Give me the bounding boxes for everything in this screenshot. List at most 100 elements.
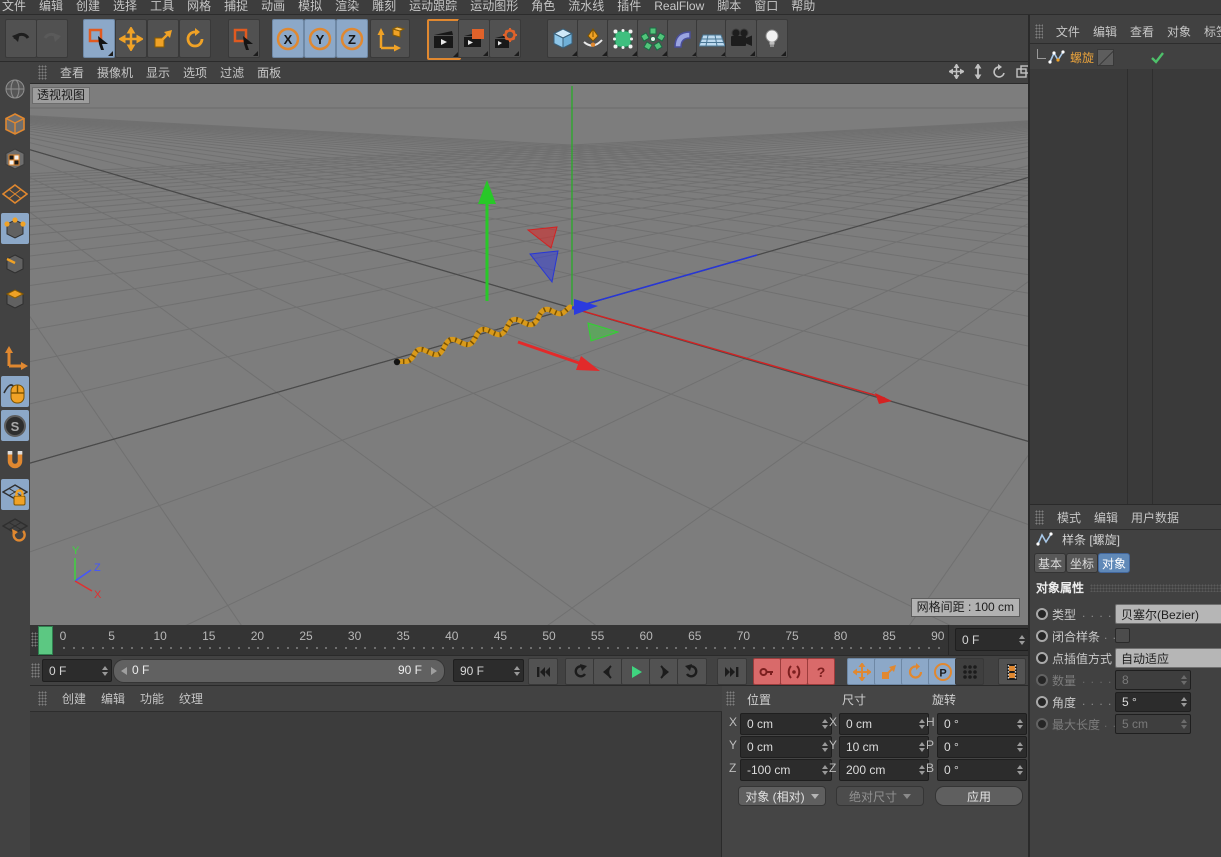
key-parameter-button[interactable]: P xyxy=(928,658,957,685)
material-menu-item-1[interactable]: 编辑 xyxy=(101,690,125,707)
scale-tool-button[interactable] xyxy=(147,19,179,58)
tab-object[interactable]: 对象 xyxy=(1098,553,1130,573)
lock-workplane-button[interactable] xyxy=(1,479,29,510)
object-manager-menu-item-0[interactable]: 文件 xyxy=(1056,23,1080,40)
anim-dot[interactable] xyxy=(1036,652,1048,664)
viewport-menu-item-3[interactable]: 选项 xyxy=(183,64,207,81)
panel-grip[interactable] xyxy=(31,663,40,678)
next-frame-button[interactable] xyxy=(649,658,679,685)
range-right-arrow[interactable] xyxy=(431,667,437,675)
camera-button[interactable] xyxy=(725,19,757,58)
render-view-button[interactable] xyxy=(427,19,461,60)
edges-mode-button[interactable] xyxy=(1,248,29,279)
object-name[interactable]: 螺旋 xyxy=(1070,49,1094,66)
panel-grip[interactable] xyxy=(38,65,47,80)
anim-dot[interactable] xyxy=(1036,630,1048,642)
end-frame-field[interactable]: 90 F xyxy=(453,659,524,682)
viewport-menu-item-0[interactable]: 查看 xyxy=(60,64,84,81)
object-manager-menu-item-2[interactable]: 查看 xyxy=(1130,23,1154,40)
size-x-field[interactable]: 0 cm xyxy=(839,713,929,735)
rotate-view-icon[interactable] xyxy=(992,64,1007,79)
menubar-item-16[interactable]: RealFlow xyxy=(654,0,704,13)
previous-key-button[interactable] xyxy=(565,658,595,685)
anim-dot[interactable] xyxy=(1036,696,1048,708)
object-row-helix[interactable]: 螺旋 xyxy=(1030,45,1221,69)
menubar-item-4[interactable]: 工具 xyxy=(150,0,174,13)
zoom-view-icon[interactable] xyxy=(973,64,983,79)
coordinate-system-button[interactable] xyxy=(370,19,410,58)
play-button[interactable] xyxy=(621,658,651,685)
move-tool-button[interactable] xyxy=(115,19,147,58)
go-to-end-button[interactable] xyxy=(717,658,747,685)
material-menu-item-0[interactable]: 创建 xyxy=(62,690,86,707)
material-menu-item-3[interactable]: 纹理 xyxy=(179,690,203,707)
subdivision-surface-button[interactable] xyxy=(607,19,639,58)
workplane-mode-button[interactable] xyxy=(1,178,29,209)
points-mode-button[interactable] xyxy=(1,213,29,244)
panel-grip[interactable] xyxy=(1035,24,1043,39)
layer-toggle[interactable] xyxy=(1097,49,1114,66)
menubar-item-10[interactable]: 雕刻 xyxy=(372,0,396,13)
view-label[interactable]: 透视视图 xyxy=(32,87,90,104)
current-frame-field[interactable]: 0 F xyxy=(42,659,112,682)
anim-dot[interactable] xyxy=(1036,608,1048,620)
attribute-menu-item-0[interactable]: 模式 xyxy=(1057,509,1081,526)
menubar-item-2[interactable]: 创建 xyxy=(76,0,100,13)
timeline-ruler[interactable]: 0 F 051015202530354045505560657075808590 xyxy=(30,625,1028,656)
timeline-playhead[interactable] xyxy=(38,626,53,655)
key-rotation-button[interactable] xyxy=(901,658,930,685)
menubar-item-19[interactable]: 帮助 xyxy=(791,0,815,13)
object-manager-menu-item-4[interactable]: 标签 xyxy=(1204,23,1221,40)
helix-spline[interactable] xyxy=(397,307,570,362)
apply-button[interactable]: 应用 xyxy=(935,786,1023,806)
viewport-menu-item-2[interactable]: 显示 xyxy=(146,64,170,81)
menubar-item-6[interactable]: 捕捉 xyxy=(224,0,248,13)
workplane-button[interactable] xyxy=(1,513,29,544)
object-manager-menu-item-3[interactable]: 对象 xyxy=(1167,23,1191,40)
viewport-menu-item-4[interactable]: 过滤 xyxy=(220,64,244,81)
enabled-check-icon[interactable] xyxy=(1150,51,1165,64)
object-axis-mode-button[interactable] xyxy=(1,341,29,372)
perspective-viewport[interactable]: Y Z X 透视视图 网格间距 : 100 cm xyxy=(30,84,1028,625)
next-key-button[interactable] xyxy=(677,658,707,685)
size-y-field[interactable]: 10 cm xyxy=(839,736,929,758)
y-axis-lock-button[interactable]: Y xyxy=(304,19,336,58)
interpolation-dropdown[interactable]: 自动适应 xyxy=(1115,648,1221,668)
render-settings-button[interactable] xyxy=(489,19,521,58)
menubar-item-13[interactable]: 角色 xyxy=(531,0,555,13)
tab-coordinates[interactable]: 坐标 xyxy=(1066,553,1098,573)
keyframe-help-button[interactable]: ? xyxy=(807,658,835,685)
position-y-field[interactable]: 0 cm xyxy=(740,736,832,758)
range-left-arrow[interactable] xyxy=(121,667,127,675)
gizmo-zy-plane-handle[interactable] xyxy=(530,251,558,282)
key-pla-button[interactable] xyxy=(955,658,984,685)
menubar-item-17[interactable]: 脚本 xyxy=(717,0,741,13)
z-axis-lock-button[interactable]: Z xyxy=(336,19,368,58)
viewport-menu-item-1[interactable]: 摄像机 xyxy=(97,64,133,81)
spinner-arrows[interactable] xyxy=(102,666,108,676)
close-spline-checkbox[interactable] xyxy=(1115,628,1130,643)
rotation-p-field[interactable]: 0 ° xyxy=(937,736,1027,758)
tweak-mode-button[interactable] xyxy=(1,376,29,407)
menubar-item-9[interactable]: 渲染 xyxy=(335,0,359,13)
gizmo-x-axis-arrow[interactable] xyxy=(518,342,582,364)
redo-button[interactable] xyxy=(36,19,68,58)
attribute-menu-item-1[interactable]: 编辑 xyxy=(1094,509,1118,526)
spinner-arrows[interactable] xyxy=(514,666,520,676)
position-x-field[interactable]: 0 cm xyxy=(740,713,832,735)
menubar-item-15[interactable]: 插件 xyxy=(617,0,641,13)
rotation-b-field[interactable]: 0 ° xyxy=(937,759,1027,781)
texture-mode-button[interactable] xyxy=(1,143,29,174)
viewport-menu-item-5[interactable]: 面板 xyxy=(257,64,281,81)
position-z-field[interactable]: -100 cm xyxy=(740,759,832,781)
attribute-menu-item-2[interactable]: 用户数据 xyxy=(1131,509,1179,526)
magnet-snap-button[interactable] xyxy=(1,445,29,476)
angle-field[interactable]: 5 ° xyxy=(1115,692,1191,712)
panel-grip[interactable] xyxy=(726,691,735,706)
record-keyframe-button[interactable] xyxy=(753,658,781,685)
menubar-item-18[interactable]: 窗口 xyxy=(754,0,778,13)
render-picture-viewer-button[interactable] xyxy=(458,19,490,58)
polygons-mode-button[interactable] xyxy=(1,283,29,314)
coordinate-mode-dropdown[interactable]: 对象 (相对) xyxy=(738,786,826,806)
material-menu-item-2[interactable]: 功能 xyxy=(140,690,164,707)
